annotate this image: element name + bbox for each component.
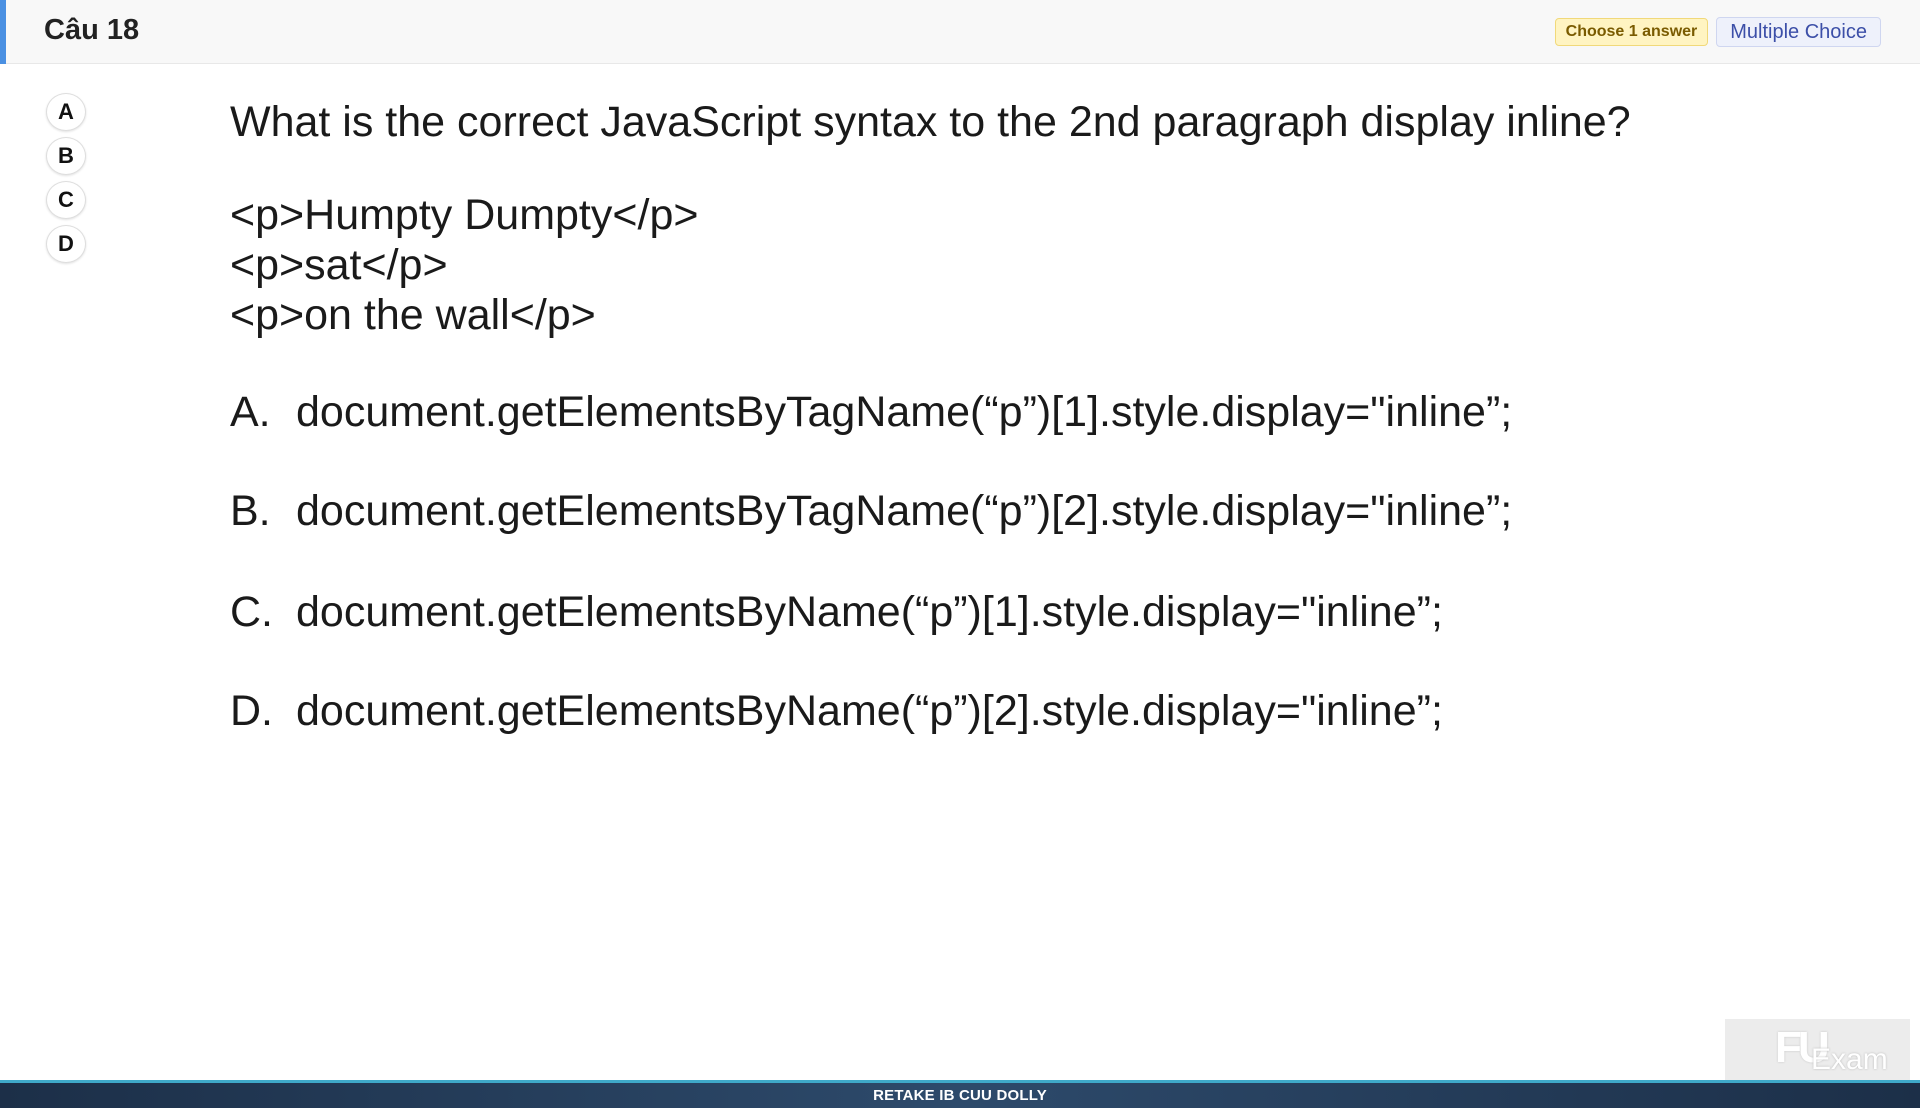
answer-option-d[interactable]: D xyxy=(46,225,86,263)
choice-label: B. xyxy=(230,487,271,535)
question-badges: Choose 1 answer Multiple Choice xyxy=(1554,17,1881,47)
answer-option-b[interactable]: B xyxy=(46,137,86,175)
choice-label: A. xyxy=(230,388,271,436)
choice-text: document.getElementsByName(“p”)[2].style… xyxy=(296,687,1443,735)
answer-options: A B C D xyxy=(46,93,86,263)
exam-page: Câu 18 Choose 1 answer Multiple Choice A… xyxy=(0,0,1920,1108)
footer-text: RETAKE IB CUU DOLLY xyxy=(873,1087,1047,1104)
choice-label: D. xyxy=(230,687,273,735)
question-content: What is the correct JavaScript syntax to… xyxy=(230,96,1631,737)
choice-c: C. document.getElementsByName(“p”)[1].st… xyxy=(230,586,1631,638)
choice-label: C. xyxy=(230,588,273,636)
question-text: What is the correct JavaScript syntax to… xyxy=(230,98,1631,146)
question-header: Câu 18 Choose 1 answer Multiple Choice xyxy=(0,0,1920,64)
choose-count-badge: Choose 1 answer xyxy=(1554,18,1709,46)
choice-text: document.getElementsByName(“p”)[1].style… xyxy=(296,588,1443,636)
answer-option-a[interactable]: A xyxy=(46,93,86,131)
header-accent-bar xyxy=(0,0,6,64)
code-line: <p>sat</p> xyxy=(230,241,448,289)
answer-option-c[interactable]: C xyxy=(46,181,86,219)
watermark-text: Exam xyxy=(1811,1043,1888,1076)
choice-b: B. document.getElementsByTagName(“p”)[2]… xyxy=(230,485,1631,537)
question-number: Câu 18 xyxy=(44,14,140,46)
choice-text: document.getElementsByTagName(“p”)[2].st… xyxy=(296,487,1513,535)
footer-bar: RETAKE IB CUU DOLLY xyxy=(0,1080,1920,1108)
choice-a: A. document.getElementsByTagName(“p”)[1]… xyxy=(230,386,1631,438)
choice-text: document.getElementsByTagName(“p”)[1].st… xyxy=(296,388,1513,436)
choice-d: D. document.getElementsByName(“p”)[2].st… xyxy=(230,685,1631,737)
code-line: <p>Humpty Dumpty</p> xyxy=(230,191,699,239)
fu-exam-watermark: FU Exam xyxy=(1725,1019,1910,1087)
question-type-badge: Multiple Choice xyxy=(1716,17,1881,47)
html-code-snippet: <p>Humpty Dumpty</p> <p>sat</p> <p>on th… xyxy=(230,190,1631,340)
code-line: <p>on the wall</p> xyxy=(230,291,596,339)
